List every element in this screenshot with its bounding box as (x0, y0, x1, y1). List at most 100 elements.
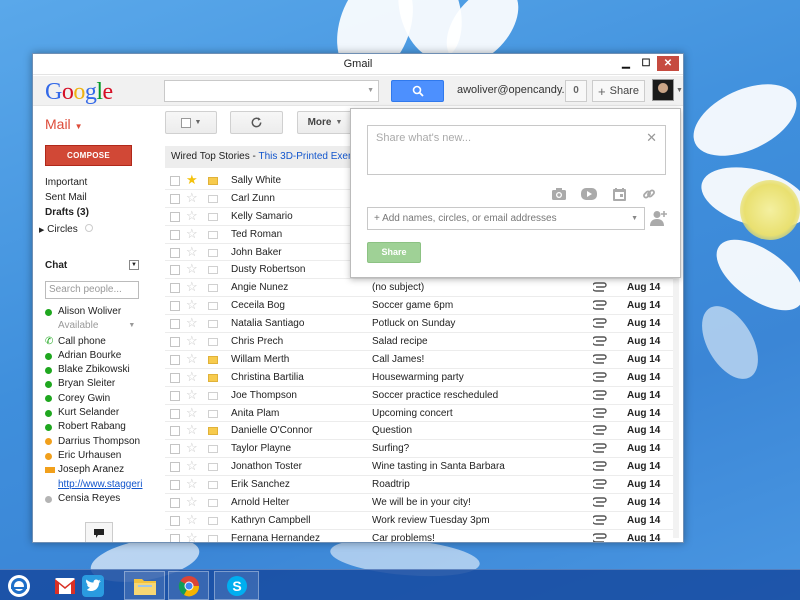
message-row[interactable]: ☆ Joe Thompson Soccer practice rescheduled… (165, 387, 673, 405)
chat-contact[interactable]: Robert Rabang (45, 420, 155, 434)
row-checkbox[interactable] (170, 426, 180, 437)
nav-item-drafts[interactable]: Drafts (3) (45, 205, 155, 220)
chat-toggle-button[interactable] (85, 522, 113, 542)
star-icon[interactable]: ☆ (186, 459, 198, 473)
row-checkbox[interactable] (170, 337, 180, 348)
important-marker-icon[interactable] (208, 266, 218, 275)
chat-options-icon[interactable]: ▼ (129, 260, 139, 270)
message-row[interactable]: ☆ Jonathon Toster Wine tasting in Santa Ba… (165, 458, 673, 477)
more-button[interactable]: More ▼ (297, 111, 353, 134)
star-icon[interactable]: ☆ (186, 530, 198, 542)
row-checkbox[interactable] (170, 301, 180, 312)
star-icon[interactable]: ☆ (186, 334, 198, 348)
row-checkbox[interactable] (170, 408, 180, 419)
chat-contact[interactable]: Kurt Selander (45, 406, 155, 420)
star-icon[interactable]: ☆ (186, 316, 198, 330)
important-marker-icon[interactable] (208, 445, 218, 454)
star-icon[interactable]: ☆ (186, 351, 198, 366)
star-icon[interactable]: ☆ (186, 244, 198, 259)
self-contact[interactable]: Alison Woliver (45, 305, 155, 319)
row-checkbox[interactable] (170, 176, 180, 186)
link-icon[interactable] (641, 187, 657, 201)
chat-contact[interactable]: Eric Urhausen (45, 449, 155, 463)
message-row[interactable]: ☆ Chris Prech Salad recipe Aug 14 (165, 333, 673, 351)
share-text-input[interactable]: Share what's new... ✕ (367, 125, 666, 175)
top-stories-headline[interactable]: This 3D-Printed Exem (258, 151, 356, 162)
camera-icon[interactable] (551, 187, 567, 201)
add-person-icon[interactable] (650, 210, 668, 226)
message-row[interactable]: ☆ Arnold Helter We will be in your city! Au… (165, 494, 673, 512)
star-icon[interactable]: ☆ (186, 298, 198, 312)
top-stories-bar[interactable]: Wired Top Stories - This 3D-Printed Exem (165, 146, 365, 168)
avatar[interactable] (652, 79, 674, 101)
row-checkbox[interactable] (170, 515, 180, 526)
refresh-button[interactable] (230, 111, 283, 134)
row-checkbox[interactable] (170, 211, 180, 222)
twitter-icon[interactable] (80, 571, 106, 600)
search-people-input[interactable]: Search people... (45, 281, 139, 299)
important-marker-icon[interactable] (208, 481, 218, 490)
important-marker-icon[interactable] (208, 338, 218, 347)
message-row[interactable]: ☆ Willam Merth Call James! Aug 14 (165, 351, 673, 369)
event-icon[interactable] (611, 187, 627, 201)
star-icon[interactable]: ☆ (186, 512, 198, 527)
nav-item-circles[interactable]: ▶ Circles (39, 224, 93, 235)
message-row[interactable]: ☆ Danielle O'Connor Question Aug 14 (165, 422, 673, 441)
message-row[interactable]: ☆ Anita Plam Upcoming concert Aug 14 (165, 405, 673, 423)
important-marker-icon[interactable] (208, 230, 218, 239)
title-bar[interactable]: Gmail ▁ ☐ ✕ (33, 54, 683, 75)
nav-item-sent-mail[interactable]: Sent Mail (45, 190, 155, 205)
contact-status-link[interactable]: http://www.staggeri (45, 478, 155, 492)
skype-icon[interactable]: S (214, 571, 259, 600)
add-names-input[interactable]: + Add names, circles, or email addresses… (367, 207, 645, 230)
share-button[interactable]: + Share (592, 80, 645, 102)
row-checkbox[interactable] (170, 498, 180, 509)
share-submit-button[interactable]: Share (367, 242, 421, 263)
row-checkbox[interactable] (170, 444, 180, 455)
nav-item-important[interactable]: Important (45, 175, 155, 190)
star-icon[interactable]: ☆ (186, 190, 198, 205)
gmail-icon[interactable] (52, 571, 78, 600)
important-marker-icon[interactable] (208, 302, 218, 311)
row-checkbox[interactable] (170, 354, 180, 365)
star-icon[interactable]: ☆ (186, 262, 198, 276)
important-marker-icon[interactable] (208, 194, 218, 203)
important-marker-icon[interactable] (208, 373, 218, 382)
star-icon[interactable]: ☆ (186, 387, 198, 402)
message-row[interactable]: ☆ Ceceila Bog Soccer game 6pm Aug 14 (165, 297, 673, 316)
important-marker-icon[interactable] (208, 248, 218, 257)
important-marker-icon[interactable] (208, 212, 218, 221)
row-checkbox[interactable] (170, 265, 180, 276)
important-marker-icon[interactable] (208, 499, 218, 508)
row-checkbox[interactable] (170, 283, 180, 294)
important-marker-icon[interactable] (208, 516, 218, 525)
important-marker-icon[interactable] (208, 409, 218, 418)
mail-menu[interactable]: Mail ▼ (45, 116, 82, 132)
chat-contact[interactable]: Bryan Sleiter (45, 377, 155, 391)
maximize-button[interactable]: ☐ (637, 56, 655, 71)
star-icon[interactable]: ☆ (186, 280, 198, 294)
ie-icon[interactable] (4, 571, 34, 600)
video-icon[interactable] (581, 187, 597, 201)
chrome-icon[interactable] (168, 571, 209, 600)
star-icon[interactable]: ★ (186, 173, 198, 187)
minimize-button[interactable]: ▁ (617, 56, 635, 71)
important-marker-icon[interactable] (208, 391, 218, 400)
compose-button[interactable]: COMPOSE (45, 145, 132, 166)
message-row[interactable]: ☆ Erik Sanchez Roadtrip Aug 14 (165, 476, 673, 495)
google-logo[interactable]: Google (45, 79, 113, 106)
row-checkbox[interactable] (170, 462, 180, 473)
close-button[interactable]: ✕ (657, 56, 679, 71)
important-marker-icon[interactable] (208, 320, 218, 329)
chat-contact[interactable]: Censia Reyes (45, 492, 155, 506)
message-row[interactable]: ☆ Natalia Santiago Potluck on Sunday Aug 14 (165, 315, 673, 334)
row-checkbox[interactable] (170, 480, 180, 491)
search-button[interactable] (391, 80, 444, 102)
important-marker-icon[interactable] (208, 534, 218, 542)
important-marker-icon[interactable] (208, 427, 218, 436)
message-row[interactable]: ☆ Christina Bartilia Housewarming party Aug… (165, 369, 673, 387)
search-options-caret-icon[interactable]: ▼ (367, 87, 374, 94)
message-row[interactable]: ☆ Taylor Playne Surfing? Aug 14 (165, 440, 673, 459)
chat-contact[interactable]: Corey Gwin (45, 392, 155, 406)
chat-contact-video[interactable]: Joseph Aranez (45, 463, 155, 477)
